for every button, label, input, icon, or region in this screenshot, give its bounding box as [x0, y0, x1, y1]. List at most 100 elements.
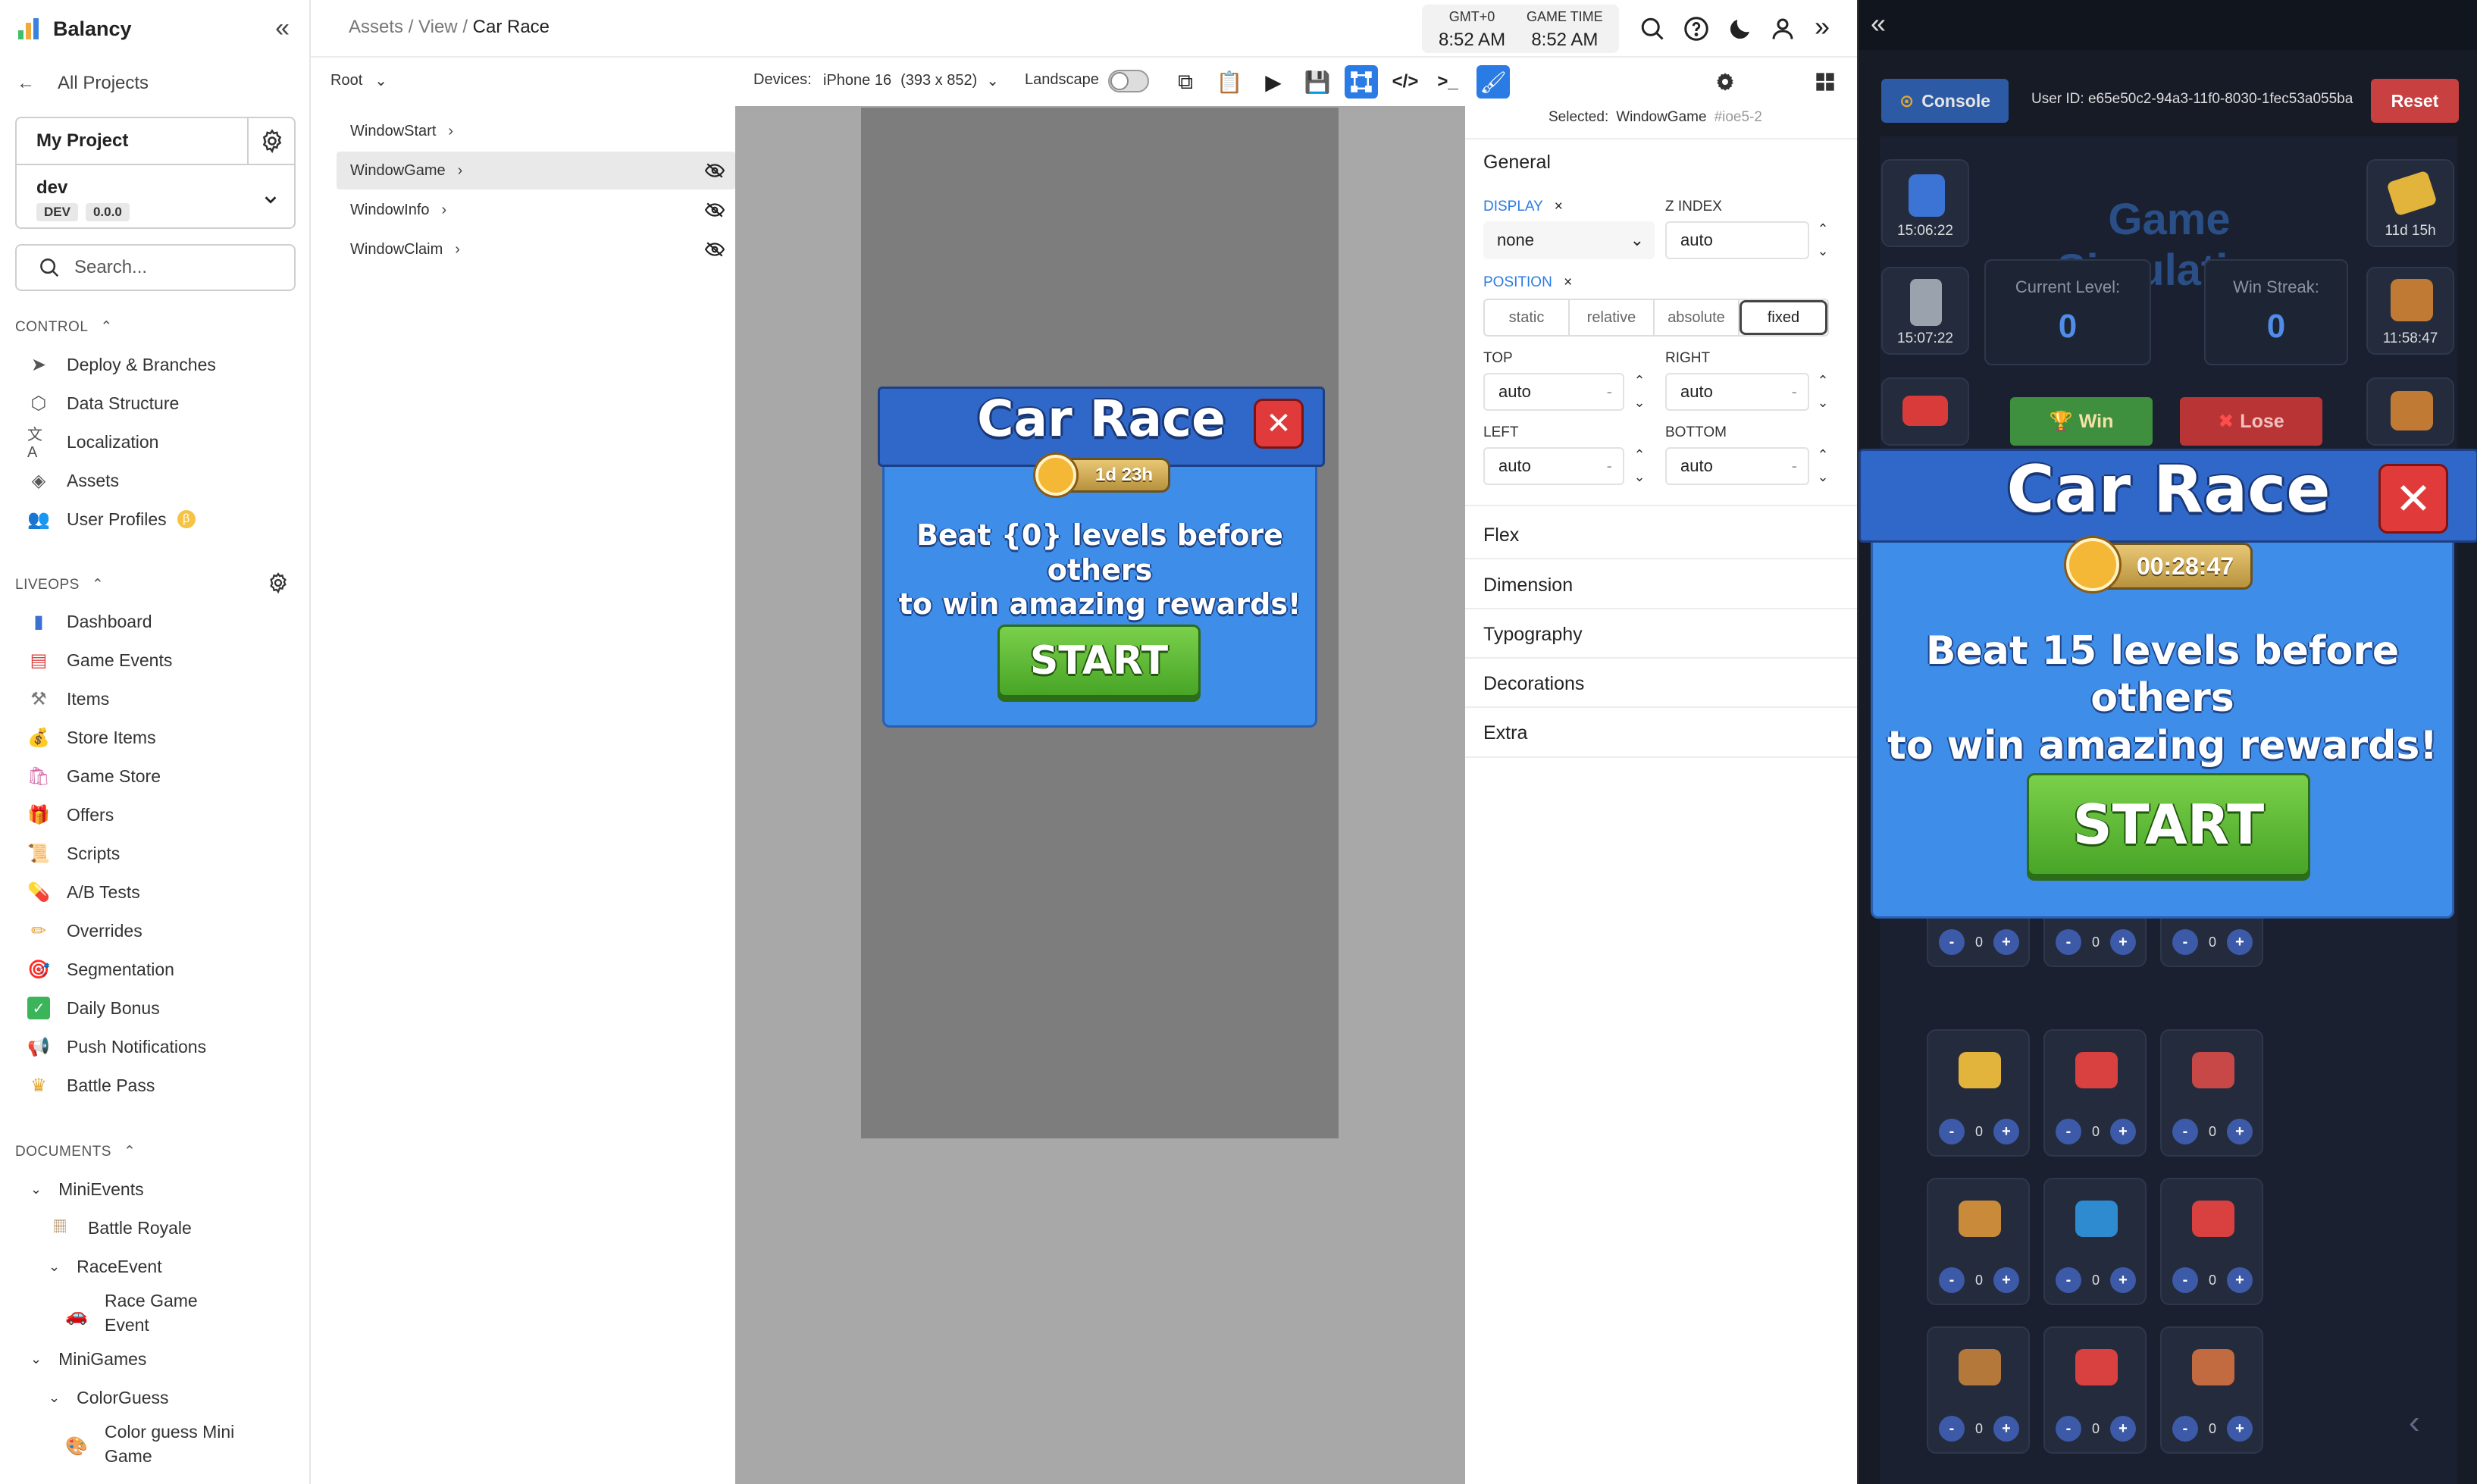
increment-button[interactable]: + [2110, 929, 2137, 955]
sim-item-cell[interactable]: -0 + [2043, 1178, 2147, 1305]
nav-ab-tests[interactable]: 💊 A/B Tests [27, 878, 206, 906]
sim-item-cell[interactable]: -0 + [2160, 1326, 2263, 1454]
doc-minievents[interactable]: ⌄ MiniEvents [30, 1175, 303, 1204]
sim-reward-slot-1[interactable]: 15:06:22 [1881, 159, 1969, 247]
nav-user-profiles[interactable]: 👥 User Profiles β [27, 505, 216, 534]
increment-button[interactable]: + [1993, 1267, 2020, 1293]
nav-data-structure[interactable]: ⬡ Data Structure [27, 389, 216, 418]
section-extra[interactable]: Extra [1483, 722, 1527, 744]
nav-offers[interactable]: 🎁 Offers [27, 800, 206, 829]
env-dropdown-button[interactable] [262, 191, 279, 211]
breadcrumb-view[interactable]: View [418, 17, 458, 37]
doc-minigames[interactable]: ⌄ MiniGames [30, 1345, 303, 1373]
decrement-button[interactable]: - [2172, 1416, 2198, 1442]
nav-game-events[interactable]: ▤ Game Events [27, 646, 206, 675]
decrement-button[interactable]: - [1939, 1267, 1965, 1293]
unit-select[interactable]: - [1607, 382, 1612, 402]
select-mode-button[interactable] [1345, 65, 1378, 99]
clear-display-icon[interactable]: × [1555, 199, 1563, 214]
terminal-button[interactable]: >_ [1431, 65, 1464, 99]
search-input[interactable]: Search... [15, 244, 296, 291]
preview-close-button[interactable]: ✕ [1254, 399, 1304, 449]
sim-item-cell[interactable]: -0 + [1927, 1326, 2030, 1454]
increment-button[interactable]: + [2227, 929, 2253, 955]
paste-button[interactable]: 📋 [1213, 65, 1246, 99]
nav-overrides[interactable]: ✏ Overrides [27, 916, 206, 945]
liveops-settings-button[interactable] [267, 571, 290, 598]
section-typography[interactable]: Typography [1483, 624, 1583, 646]
layer-window-info[interactable]: WindowInfo › [337, 191, 735, 229]
nav-game-store[interactable]: 🛍 Game Store [27, 762, 206, 791]
increment-button[interactable]: + [2110, 1416, 2137, 1442]
section-flex[interactable]: Flex [1483, 524, 1519, 546]
reset-button[interactable]: Reset [2371, 79, 2459, 123]
sim-item-cell[interactable]: -0 + [2043, 1326, 2147, 1454]
decrement-button[interactable]: - [1939, 1416, 1965, 1442]
eye-off-icon[interactable] [705, 202, 725, 218]
position-fixed[interactable]: fixed [1740, 300, 1827, 335]
increment-button[interactable]: + [1993, 1119, 2020, 1144]
unit-select[interactable]: - [1607, 456, 1612, 476]
control-section-header[interactable]: CONTROL ⌃ [15, 318, 113, 336]
lose-button[interactable]: ✖ Lose [2180, 397, 2322, 446]
style-manager-button[interactable]: 🖌 [1476, 65, 1510, 99]
help-icon[interactable] [1683, 15, 1710, 42]
bottom-stepper[interactable]: ⌃ ⌄ [1814, 447, 1832, 485]
nav-daily-bonus[interactable]: ✓ Daily Bonus [27, 994, 206, 1022]
increment-button[interactable]: + [1993, 1416, 2020, 1442]
copy-button[interactable]: ⧉ [1169, 65, 1202, 99]
doc-colorguess[interactable]: ⌄ ColorGuess [30, 1383, 303, 1412]
sim-reward-slot-3[interactable]: 11d 15h [2366, 159, 2454, 247]
unit-select[interactable]: - [1792, 382, 1797, 402]
preview-start-button[interactable]: START [997, 625, 1201, 697]
display-select[interactable]: none ⌄ [1483, 221, 1655, 259]
brand[interactable]: Balancy [17, 12, 132, 45]
liveops-section-header[interactable]: LIVEOPS ⌃ [15, 576, 104, 593]
root-selector[interactable]: Root ⌄ [330, 71, 387, 90]
position-relative[interactable]: relative [1570, 300, 1655, 335]
play-button[interactable]: ▶ [1257, 65, 1290, 99]
bottom-input[interactable]: auto - [1665, 447, 1809, 485]
chevron-left-icon[interactable]: ‹ [2409, 1404, 2420, 1442]
device-preview[interactable]: Car Race ✕ 1d 23h Beat {0} levels before… [861, 108, 1339, 1138]
decrement-button[interactable]: - [2056, 929, 2081, 955]
documents-section-header[interactable]: DOCUMENTS ⌃ [15, 1143, 136, 1160]
nav-localization[interactable]: 文A Localization [27, 427, 216, 461]
eye-off-icon[interactable] [705, 162, 725, 179]
sim-reward-slot-2[interactable]: 15:07:22 [1881, 267, 1969, 355]
expand-right-icon[interactable]: » [1815, 11, 1830, 42]
landscape-toggle[interactable] [1108, 70, 1149, 92]
nav-store-items[interactable]: 💰 Store Items [27, 723, 206, 752]
eye-off-icon[interactable] [705, 241, 725, 258]
doc-race-event[interactable]: ⌄ RaceEvent [30, 1252, 303, 1281]
collapse-panel-icon[interactable]: « [1871, 8, 1886, 39]
decrement-button[interactable]: - [1939, 1119, 1965, 1144]
top-input[interactable]: auto - [1483, 373, 1624, 411]
nav-dashboard[interactable]: ▮ Dashboard [27, 607, 206, 636]
section-general[interactable]: General [1483, 152, 1551, 174]
increment-button[interactable]: + [2227, 1119, 2253, 1144]
sim-item-cell[interactable]: -0 + [2160, 1029, 2263, 1157]
sim-item-cell[interactable]: -0 + [2043, 1029, 2147, 1157]
sim-item-cell[interactable]: -0 + [1927, 1178, 2030, 1305]
doc-race-game-event[interactable]: 🚗 Race Game Event [30, 1288, 303, 1337]
unit-select[interactable]: - [1792, 456, 1797, 476]
console-button[interactable]: ⊙ Console [1881, 79, 2009, 123]
increment-button[interactable]: + [1993, 929, 2020, 955]
decrement-button[interactable]: - [2056, 1416, 2081, 1442]
nav-assets[interactable]: ◈ Assets [27, 466, 216, 495]
doc-color-guess-mini-game[interactable]: 🎨 Color guess Mini Game [30, 1420, 303, 1468]
nav-scripts[interactable]: 📜 Scripts [27, 839, 206, 868]
nav-items[interactable]: ⚒ Items [27, 684, 206, 713]
sim-item-cell[interactable]: -0 + [2160, 1178, 2263, 1305]
nav-push-notifications[interactable]: 📢 Push Notifications [27, 1032, 206, 1061]
nav-segmentation[interactable]: 🎯 Segmentation [27, 955, 206, 984]
sim-car-slot[interactable] [1881, 377, 1969, 446]
code-view-button[interactable]: </> [1389, 65, 1422, 99]
settings-button[interactable] [1708, 65, 1742, 99]
nav-deploy-branches[interactable]: ➤ Deploy & Branches [27, 350, 216, 379]
decrement-button[interactable]: - [2172, 1119, 2198, 1144]
save-button[interactable]: 💾 [1301, 65, 1334, 99]
sim-close-button[interactable]: ✕ [2378, 464, 2448, 534]
collapse-sidebar-icon[interactable]: « [275, 14, 290, 43]
